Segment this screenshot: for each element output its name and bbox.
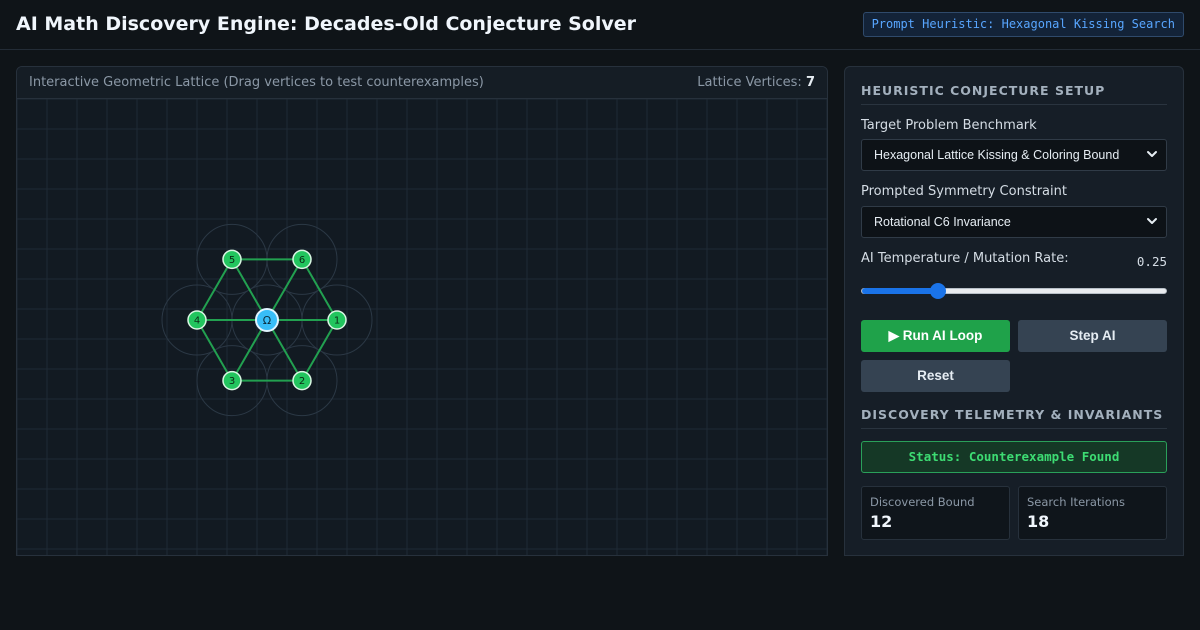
temperature-slider-thumb[interactable] [929,283,946,299]
search-iterations-value: 18 [1027,512,1050,531]
setup-panel: HEURISTIC CONJECTURE SETUP Target Proble… [844,66,1184,556]
vertex-label: 2 [299,376,305,387]
benchmark-label: Target Problem Benchmark [861,118,1037,133]
lattice-vertex[interactable]: 1 [327,310,347,330]
center-label: Ω [263,314,271,327]
lattice-panel: Interactive Geometric Lattice (Drag vert… [16,66,828,556]
lattice-vertex[interactable]: 5 [222,249,242,270]
search-iterations-card: Search Iterations 18 [1018,486,1167,540]
discovered-bound-card: Discovered Bound 12 [861,486,1010,540]
lattice-vertex[interactable]: 2 [292,370,312,391]
lattice-panel-header: Interactive Geometric Lattice (Drag vert… [17,67,827,99]
vertex-count-label: Lattice Vertices: [697,75,802,90]
telemetry-section-title: DISCOVERY TELEMETRY & INVARIANTS [861,407,1167,429]
vertex-label: 4 [194,316,200,327]
temperature-value: 0.25 [1136,254,1167,269]
app-header: AI Math Discovery Engine: Decades-Old Co… [0,0,1200,50]
lattice-canvas[interactable]: 1 2 3 4 5 6 Ω [17,99,828,556]
page-title: AI Math Discovery Engine: Decades-Old Co… [16,13,636,35]
vertex-label: 6 [299,255,305,266]
vertex-label: 1 [334,316,340,327]
temperature-slider-fill [862,288,939,294]
center-vertex[interactable]: Ω [255,308,279,332]
chevron-down-icon [1147,218,1157,224]
step-ai-button[interactable]: Step AI [1018,320,1167,352]
vertex-count-value: 7 [805,75,815,90]
symmetry-label: Prompted Symmetry Constraint [861,184,1067,199]
temperature-slider[interactable] [861,288,1167,294]
vertex-label: 3 [229,376,235,387]
lattice-edge [301,258,338,321]
vertex-label: 5 [229,255,235,266]
chevron-down-icon [1147,151,1157,157]
lattice-vertex[interactable]: 6 [292,249,312,270]
symmetry-select[interactable]: Rotational C6 Invariance [861,206,1167,238]
discovered-bound-value: 12 [870,512,893,531]
status-badge: Status: Counterexample Found [861,441,1167,473]
benchmark-select-value: Hexagonal Lattice Kissing & Coloring Bou… [874,148,1120,162]
reset-button[interactable]: Reset [861,360,1010,392]
heuristic-badge: Prompt Heuristic: Hexagonal Kissing Sear… [862,12,1184,37]
vertex-count: Lattice Vertices: 7 [697,75,815,90]
setup-section-title: HEURISTIC CONJECTURE SETUP [861,83,1167,105]
discovered-bound-label: Discovered Bound [870,495,975,509]
lattice-grid [17,99,827,555]
lattice-vertex[interactable]: 4 [187,310,207,330]
benchmark-select[interactable]: Hexagonal Lattice Kissing & Coloring Bou… [861,139,1167,171]
lattice-svg[interactable]: 1 2 3 4 5 6 Ω [17,99,828,556]
run-ai-loop-button[interactable]: ▶ Run AI Loop [861,320,1010,352]
search-iterations-label: Search Iterations [1027,495,1125,509]
lattice-edge [301,319,338,382]
symmetry-select-value: Rotational C6 Invariance [874,215,1011,229]
temperature-label: AI Temperature / Mutation Rate: [861,251,1069,266]
lattice-vertex[interactable]: 3 [222,370,242,391]
lattice-caption: Interactive Geometric Lattice (Drag vert… [29,75,484,90]
